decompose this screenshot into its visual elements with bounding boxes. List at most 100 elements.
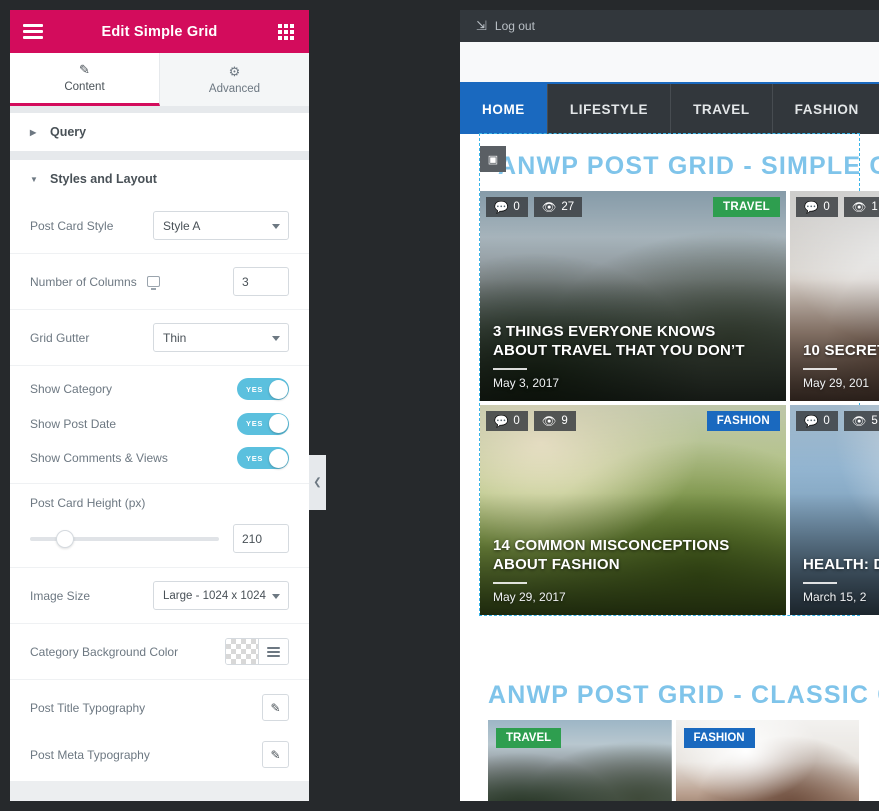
comments-count: 0	[513, 415, 520, 427]
image-size-value: Large - 1024 x 1024	[163, 589, 266, 602]
control-show-comments-views: Show Comments & Views YES	[10, 441, 309, 484]
post-meta-top: 💬 0 👁 5	[796, 411, 879, 431]
panel-footer	[10, 781, 309, 801]
comment-icon: 💬	[494, 416, 509, 428]
show-category-label: Show Category	[30, 382, 113, 396]
classic-grid-row-1: TRAVEL FASHION	[480, 720, 859, 801]
control-post-card-style: Post Card Style Style A	[10, 198, 309, 254]
hamburger-icon[interactable]	[10, 21, 56, 42]
post-card[interactable]: 💬 0 👁 9 FASHION 14 COMMON MISCONCEPTIONS…	[480, 405, 786, 615]
views-count: 9	[561, 415, 568, 427]
category-badge[interactable]: TRAVEL	[496, 728, 562, 748]
post-title-typography-edit-button[interactable]: ✎	[262, 694, 289, 721]
panel-tabs: ✎ Content ⚙ Advanced	[10, 53, 309, 107]
section-query[interactable]: ▶ Query	[10, 113, 309, 151]
post-title[interactable]: 10 SECRETS ABOUT FA	[803, 342, 879, 360]
category-background-color-picker[interactable]	[225, 638, 289, 665]
color-swatch[interactable]	[226, 639, 258, 664]
pencil-icon: ✎	[270, 747, 281, 762]
section-spacer	[480, 619, 859, 675]
widget-simple-grid[interactable]: ▣ ANWP POST GRID - SIMPLE GRID 💬 0 👁	[479, 133, 879, 616]
nav-item-home[interactable]: HOME	[460, 84, 548, 134]
grid-gutter-value: Thin	[163, 330, 187, 345]
post-card-style-label: Post Card Style	[30, 218, 114, 233]
site-header	[460, 42, 879, 82]
category-badge[interactable]: TRAVEL	[713, 197, 780, 217]
site-nav: HOME LIFESTYLE TRAVEL FASHION	[460, 82, 879, 134]
category-background-color-label: Category Background Color	[30, 644, 179, 659]
post-card-height-label: Post Card Height (px)	[30, 496, 146, 510]
nav-item-lifestyle[interactable]: LIFESTYLE	[548, 84, 672, 134]
views-count: 5	[871, 415, 878, 427]
views-count: 27	[561, 201, 575, 213]
control-post-card-height: Post Card Height (px)	[10, 484, 309, 568]
section-styles-label: Styles and Layout	[50, 172, 157, 186]
post-card[interactable]: 💬 0 👁 5 HEALTH: D March 15, 2	[790, 405, 879, 615]
tab-content[interactable]: ✎ Content	[10, 53, 160, 106]
logout-link[interactable]: Log out	[495, 19, 535, 33]
nav-item-travel[interactable]: TRAVEL	[671, 84, 773, 134]
post-card-height-input[interactable]	[233, 524, 289, 553]
post-meta-typography-label: Post Meta Typography	[30, 747, 150, 762]
toggle-knob	[268, 379, 288, 399]
number-of-columns-input[interactable]	[233, 267, 289, 296]
desktop-monitor-icon[interactable]	[146, 276, 160, 290]
title-rule	[803, 582, 837, 584]
category-badge[interactable]: FASHION	[683, 728, 755, 748]
gear-icon: ⚙	[228, 63, 241, 79]
show-post-date-state: YES	[246, 419, 264, 428]
post-card-height-slider[interactable]	[30, 529, 219, 548]
slider-handle[interactable]	[56, 529, 75, 548]
post-title[interactable]: 14 COMMON MISCONCEPTIONS ABOUT FASHION	[493, 537, 773, 574]
control-post-meta-typography: Post Meta Typography ✎	[10, 727, 309, 781]
comments-chip: 💬 0	[486, 197, 528, 217]
classic-grid-heading: ANWP POST GRID - CLASSIC GRID	[488, 681, 879, 709]
show-comments-views-state: YES	[246, 453, 264, 463]
comments-chip: 💬 0	[486, 411, 528, 431]
panel-collapse-toggle[interactable]: ❮	[309, 455, 326, 510]
editor-window: Edit Simple Grid ✎ Content ⚙ Advanced ▶ …	[0, 0, 879, 811]
comment-icon: 💬	[804, 416, 819, 428]
post-card[interactable]: 💬 0 👁 1 10 SECRETS ABOUT FA May 29,	[790, 191, 879, 401]
chevron-down-icon: ▼	[30, 174, 38, 184]
title-rule	[493, 582, 527, 584]
category-badge[interactable]: FASHION	[706, 411, 780, 431]
control-show-post-date: Show Post Date YES	[10, 406, 309, 441]
post-meta-typography-edit-button[interactable]: ✎	[262, 741, 289, 768]
post-card-style-select[interactable]: Style A	[153, 211, 289, 240]
post-card[interactable]: FASHION	[675, 720, 859, 801]
apps-grid-icon[interactable]	[263, 23, 309, 40]
post-date: May 3, 2017	[493, 376, 560, 390]
post-card[interactable]: 💬 0 👁 27 TRAVEL 3 THINGS EVERYONE KNOWS …	[480, 191, 786, 401]
comments-count: 0	[513, 201, 520, 213]
preview-canvas: ▣ ANWP POST GRID - SIMPLE GRID 💬 0 👁	[460, 133, 879, 801]
comment-icon: 💬	[804, 202, 819, 214]
sign-out-icon: ⇲	[476, 18, 487, 33]
simple-grid-row-2: 💬 0 👁 9 FASHION 14 COMMON MISCONCEPTIONS…	[480, 405, 879, 615]
control-number-of-columns: Number of Columns	[10, 254, 309, 310]
show-category-toggle[interactable]: YES	[237, 378, 289, 400]
chevron-left-icon: ❮	[313, 477, 322, 488]
image-size-select[interactable]: Large - 1024 x 1024	[153, 581, 289, 610]
tab-advanced[interactable]: ⚙ Advanced	[160, 53, 309, 106]
post-card[interactable]: TRAVEL	[488, 720, 672, 801]
title-rule	[493, 368, 527, 370]
color-stack-icon[interactable]	[258, 639, 288, 664]
post-meta-top: 💬 0 👁 27	[486, 197, 583, 217]
post-title[interactable]: HEALTH: D	[803, 556, 879, 574]
widget-classic-grid[interactable]: ANWP POST GRID - CLASSIC GRID TRAVEL FAS…	[480, 675, 879, 801]
grid-gutter-label: Grid Gutter	[30, 330, 90, 345]
section-styles-and-layout[interactable]: ▼ Styles and Layout	[10, 160, 309, 198]
comments-count: 0	[823, 201, 830, 213]
post-card-body: 3 THINGS EVERYONE KNOWS ABOUT TRAVEL THA…	[493, 323, 773, 390]
nav-item-fashion[interactable]: FASHION	[773, 84, 879, 134]
views-chip: 👁 9	[533, 411, 576, 431]
panel-body: ▶ Query ▼ Styles and Layout Post Card St…	[10, 107, 309, 781]
control-grid-gutter: Grid Gutter Thin	[10, 310, 309, 366]
widget-handle-icon[interactable]: ▣	[480, 146, 506, 172]
post-title[interactable]: 3 THINGS EVERYONE KNOWS ABOUT TRAVEL THA…	[493, 323, 773, 360]
grid-gutter-select[interactable]: Thin	[153, 323, 289, 352]
show-comments-views-toggle[interactable]: YES	[237, 447, 289, 469]
eye-icon: 👁	[541, 416, 557, 428]
show-post-date-toggle[interactable]: YES	[237, 412, 289, 435]
